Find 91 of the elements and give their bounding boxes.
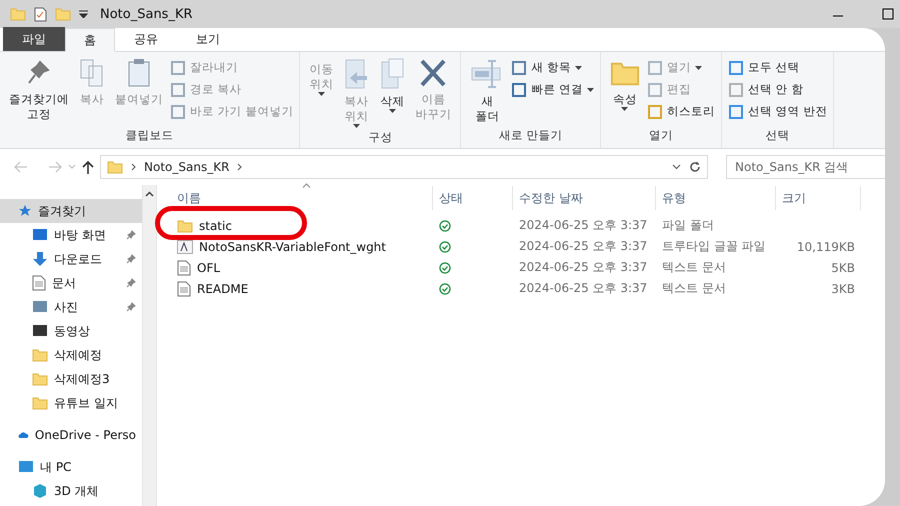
ribbon-tab[interactable]: 파일 bbox=[3, 27, 65, 51]
ribbon-button[interactable]: 히스토리 bbox=[646, 102, 715, 121]
nav-item[interactable]: 사진 bbox=[0, 295, 142, 319]
column-header[interactable]: 크기 bbox=[776, 186, 861, 210]
copy-icon bbox=[379, 58, 406, 90]
file-name[interactable]: static bbox=[171, 218, 433, 234]
type-cell-text: 트루타입 글꼴 파일 bbox=[661, 238, 767, 255]
ribbon-button[interactable]: 속성 bbox=[606, 56, 643, 128]
nav-item[interactable]: 동영상 bbox=[0, 319, 142, 343]
caret-icon bbox=[352, 124, 360, 128]
checkmark-document-icon bbox=[34, 6, 47, 22]
nav-item[interactable]: 3D 개체 bbox=[0, 479, 142, 503]
search-field[interactable]: Noto_Sans_KR 검색 bbox=[726, 155, 885, 179]
nav-item[interactable]: 즐겨찾기 bbox=[0, 199, 142, 223]
dropdown-arrow-icon bbox=[79, 10, 88, 18]
caret-icon bbox=[388, 109, 396, 113]
nav-item[interactable]: 다운로드 bbox=[0, 247, 142, 271]
date-cell-text: 2024-06-25 오후 3:37 bbox=[518, 217, 648, 234]
date-cell-text: 2024-06-25 오후 3:37 bbox=[518, 259, 648, 276]
folder-icon bbox=[32, 371, 48, 387]
clipboard-icon bbox=[126, 58, 152, 88]
scroll-up-icon[interactable] bbox=[145, 191, 154, 197]
ribbon-button[interactable]: 즐겨찾기에 고정 bbox=[6, 56, 72, 128]
document-icon bbox=[32, 275, 46, 291]
group-title: 구성 bbox=[367, 130, 394, 146]
nav-item[interactable]: 유튜브 일지 bbox=[0, 391, 142, 415]
nav-item[interactable]: 문서 bbox=[0, 271, 142, 295]
caret-icon bbox=[318, 92, 325, 96]
scroll-bar[interactable] bbox=[142, 185, 157, 506]
ribbon-tab[interactable]: 공유 bbox=[115, 27, 177, 51]
folder-icon bbox=[32, 347, 48, 363]
caret-icon bbox=[621, 107, 628, 111]
group-title: 새로 만들기 bbox=[498, 128, 564, 144]
move-icon bbox=[343, 58, 370, 90]
refresh-icon[interactable] bbox=[689, 161, 701, 173]
ribbon-button[interactable]: 선택 영역 반전 bbox=[728, 102, 828, 121]
type-cell-text: 텍스트 문서 bbox=[661, 280, 727, 297]
caret-icon bbox=[586, 88, 594, 92]
download-arrow-icon bbox=[32, 251, 48, 267]
ribbon-button[interactable]: 새 폴더 bbox=[467, 56, 508, 128]
column-header[interactable]: 수정한 날짜 bbox=[513, 186, 656, 210]
nav-item[interactable]: 삭제예정3 bbox=[0, 367, 142, 391]
font-file-icon bbox=[177, 240, 193, 254]
type-cell-text: 텍스트 문서 bbox=[661, 259, 727, 276]
window-title: Noto_Sans_KR bbox=[100, 6, 193, 22]
ribbon-button[interactable]: 삭제 bbox=[376, 56, 408, 130]
date-cell-text: 2024-06-25 오후 3:37 bbox=[518, 280, 648, 297]
group-title: 선택 bbox=[764, 128, 791, 144]
column-header[interactable]: 상태 bbox=[433, 186, 513, 210]
date-cell-text: 2024-06-25 오후 3:37 bbox=[518, 238, 648, 255]
ribbon-button[interactable]: 새 항목 bbox=[511, 58, 594, 77]
document-icon bbox=[177, 260, 191, 276]
nav-item[interactable]: 내 PC bbox=[0, 455, 142, 479]
delete-icon bbox=[419, 58, 448, 88]
caret-icon bbox=[694, 66, 702, 70]
copy-icon bbox=[79, 58, 105, 88]
folder-icon bbox=[32, 395, 48, 411]
column-header[interactable]: 이름 bbox=[171, 186, 433, 210]
ribbon-button[interactable]: 선택 안 함 bbox=[728, 80, 828, 99]
size-cell-text: 5KB bbox=[830, 260, 856, 274]
ribbon-button[interactable]: 빠른 연결 bbox=[511, 80, 594, 99]
nav-item[interactable]: 바탕 화면 bbox=[0, 223, 142, 247]
star-icon bbox=[18, 204, 32, 218]
file-name[interactable]: README bbox=[171, 280, 433, 296]
maximize-icon[interactable] bbox=[882, 8, 894, 20]
size-cell-text: 3KB bbox=[830, 282, 856, 296]
nav-item[interactable]: OneDrive - Perso bbox=[0, 423, 142, 447]
nav-item[interactable]: 삭제예정 bbox=[0, 343, 142, 367]
cube-icon bbox=[32, 483, 48, 499]
chevron-down-icon[interactable] bbox=[672, 164, 681, 170]
folder-icon bbox=[107, 159, 123, 175]
folder-icon bbox=[10, 6, 26, 22]
file-name[interactable]: OFL bbox=[171, 260, 433, 276]
ribbon-button[interactable]: 모두 선택 bbox=[728, 58, 828, 77]
path-segment[interactable]: Noto_Sans_KR bbox=[144, 160, 230, 174]
up-arrow-icon[interactable] bbox=[82, 160, 94, 174]
caret-icon bbox=[574, 66, 582, 70]
folder-icon bbox=[177, 218, 193, 234]
column-header[interactable]: 유형 bbox=[656, 186, 776, 210]
ribbon-tab[interactable]: 보기 bbox=[177, 27, 239, 51]
document-icon bbox=[177, 280, 191, 296]
type-cell-text: 파일 폴더 bbox=[661, 217, 715, 234]
file-name[interactable]: NotoSansKR-VariableFont_wght bbox=[171, 240, 433, 254]
folder-icon bbox=[55, 6, 71, 22]
group-title: 클립보드 bbox=[124, 128, 175, 144]
ribbon-tab[interactable]: 홈 bbox=[65, 28, 115, 52]
size-cell-text: 10,119KB bbox=[796, 240, 856, 254]
chevron-right-icon bbox=[237, 163, 242, 171]
group-title: 열기 bbox=[648, 128, 674, 144]
address-bar[interactable]: Noto_Sans_KR bbox=[100, 155, 708, 179]
chevron-right-icon bbox=[131, 163, 136, 171]
